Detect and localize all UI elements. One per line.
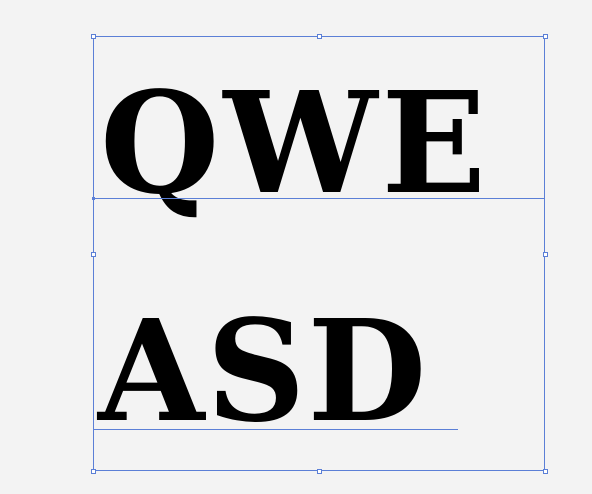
resize-handle-bottom-center[interactable]: [317, 469, 322, 474]
baseline-guide-2: [93, 429, 458, 430]
baseline-anchor-1: [92, 197, 95, 200]
artboard-canvas[interactable]: QWE ASD: [0, 0, 592, 494]
resize-handle-top-right[interactable]: [543, 34, 548, 39]
resize-handle-bottom-right[interactable]: [543, 469, 548, 474]
resize-handle-middle-right[interactable]: [543, 252, 548, 257]
text-line-2[interactable]: ASD: [98, 302, 428, 442]
text-line-1[interactable]: QWE: [100, 74, 490, 214]
baseline-guide-1: [93, 198, 545, 199]
resize-handle-top-center[interactable]: [317, 34, 322, 39]
resize-handle-bottom-left[interactable]: [91, 469, 96, 474]
resize-handle-middle-left[interactable]: [91, 252, 96, 257]
resize-handle-top-left[interactable]: [91, 34, 96, 39]
